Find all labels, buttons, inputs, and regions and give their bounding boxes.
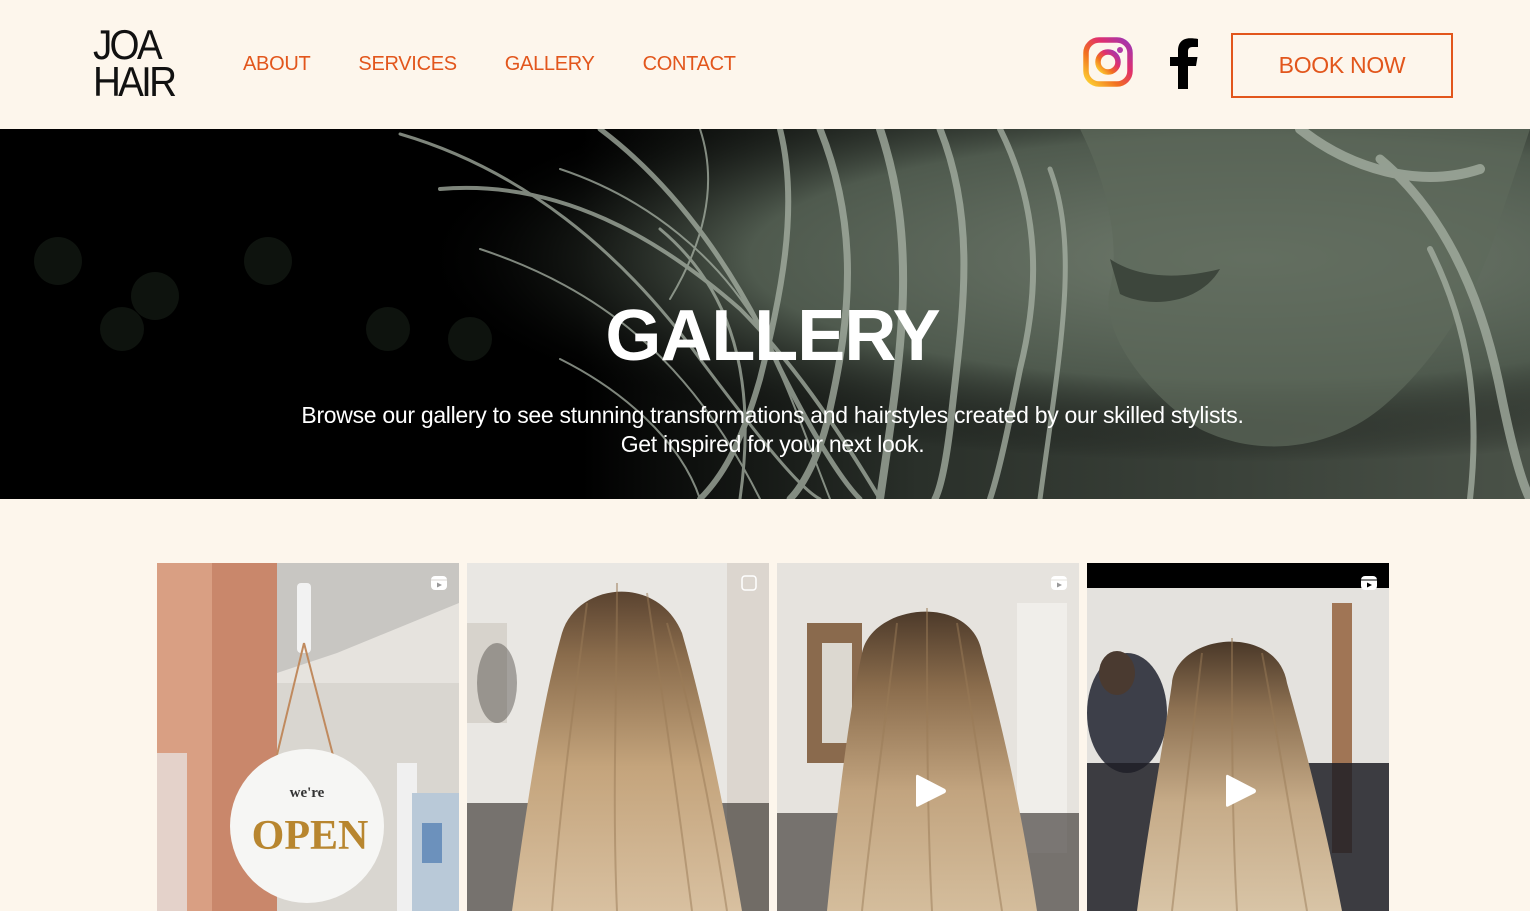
gallery-image-blonde-balayage (467, 563, 769, 911)
play-icon[interactable] (914, 772, 948, 810)
carousel-icon (741, 575, 757, 591)
logo-line-2: HAIR (93, 58, 177, 105)
gallery-image-blonde-balayage-video (1087, 563, 1389, 911)
gallery-tile[interactable] (777, 563, 1079, 911)
facebook-link[interactable] (1164, 37, 1202, 89)
hero-banner: GALLERY Browse our gallery to see stunni… (0, 129, 1530, 499)
gallery-tile[interactable] (467, 563, 769, 911)
site-header: JOA HAIR ABOUT SERVICES GALLERY CONTACT (0, 0, 1530, 129)
logo[interactable]: JOA HAIR (93, 24, 177, 105)
book-now-button[interactable]: BOOK NOW (1231, 33, 1453, 98)
gallery-tile[interactable] (1087, 563, 1389, 911)
play-icon[interactable] (1224, 772, 1258, 810)
gallery-tile[interactable]: we're OPEN (157, 563, 459, 911)
page-title: GALLERY (605, 296, 940, 376)
sign-big-text: OPEN (252, 813, 369, 859)
gallery-image-blonde-waves (777, 563, 1079, 911)
nav-item-contact[interactable]: CONTACT (643, 53, 736, 76)
main-nav: ABOUT SERVICES GALLERY CONTACT (243, 53, 784, 76)
nav-item-about[interactable]: ABOUT (243, 53, 311, 76)
nav-item-services[interactable]: SERVICES (358, 53, 457, 76)
reel-icon (431, 576, 447, 590)
instagram-link[interactable] (1083, 37, 1133, 87)
gallery-image-open-sign: we're OPEN (157, 563, 459, 911)
gallery-grid: we're OPEN (157, 563, 1389, 911)
reel-icon (1361, 576, 1377, 590)
facebook-icon (1170, 38, 1198, 89)
hero-subtitle: Browse our gallery to see stunning trans… (301, 402, 1244, 457)
reel-icon (1051, 576, 1067, 590)
nav-item-gallery[interactable]: GALLERY (505, 53, 595, 76)
sign-small-text: we're (290, 785, 325, 801)
instagram-icon (1083, 37, 1133, 87)
